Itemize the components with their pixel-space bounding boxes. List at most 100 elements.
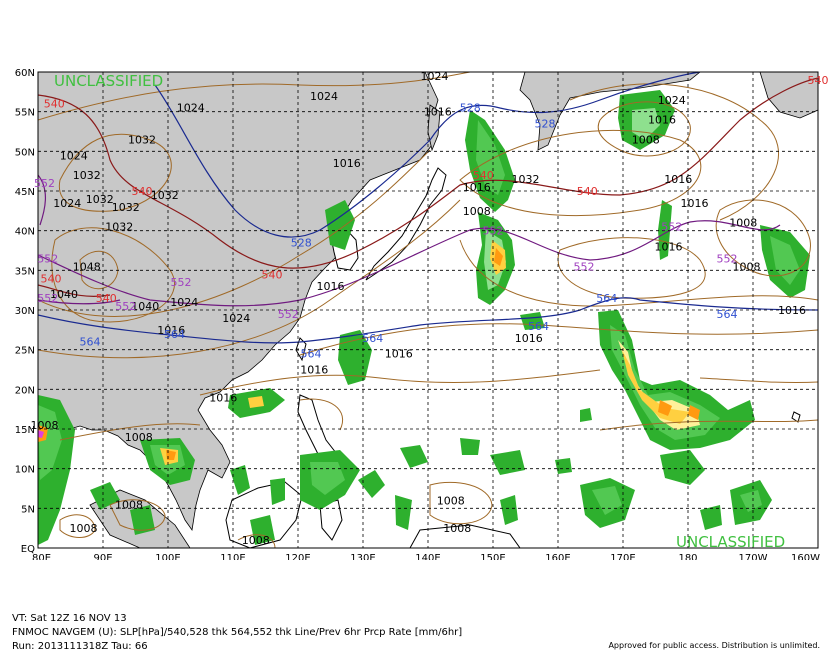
thickness-label: 552: [574, 260, 595, 273]
isobar-label: 1024: [177, 102, 205, 115]
latitude-label: 60N: [15, 68, 35, 79]
longitude-label: 120E: [285, 553, 310, 560]
latitude-label: 15N: [15, 425, 35, 436]
latitude-label: 25N: [15, 346, 35, 357]
latitude-label: 55N: [15, 108, 35, 119]
latitude-label: 5N: [21, 504, 35, 515]
isobar-label: 1016: [648, 114, 676, 127]
thickness-label: 552: [34, 177, 55, 190]
latitude-label: 50N: [15, 147, 35, 158]
product-description: FNMOC NAVGEM (U): SLP[hPa]/540,528 thk 5…: [12, 627, 463, 638]
thickness-label: 552: [37, 292, 58, 305]
isobar-label: 1008: [115, 498, 143, 511]
isobar-label: 1024: [421, 70, 449, 83]
thickness-label: 540: [808, 74, 829, 87]
thickness-label: 564: [596, 292, 617, 305]
longitude-label: 130E: [350, 553, 375, 560]
valid-time: VT: Sat 12Z 16 NOV 13: [12, 613, 127, 624]
thickness-label: 564: [164, 328, 185, 341]
isobar-label: 1016: [655, 241, 683, 254]
isobar-label: 1024: [60, 149, 88, 162]
thickness-label: 540: [41, 272, 62, 285]
isobar-label: 1008: [632, 133, 660, 146]
latitude-label: 45N: [15, 187, 35, 198]
latitude-label: 35N: [15, 266, 35, 277]
thickness-label: 540: [44, 98, 65, 111]
thickness-label: 540: [96, 292, 117, 305]
thickness-label: 564: [717, 308, 738, 321]
isobar-label: 1008: [729, 217, 757, 230]
isobar-label: 1032: [86, 193, 114, 206]
isobar-label: 1016: [209, 391, 237, 404]
isobar-label: 1016: [664, 173, 692, 186]
isobar-label: 1016: [333, 157, 361, 170]
thickness-label: 564: [528, 320, 549, 333]
isobar-label: 1016: [385, 348, 413, 361]
isobar-label: 1008: [443, 522, 471, 535]
thickness-label: 552: [483, 225, 504, 238]
isobar-label: 1024: [222, 312, 250, 325]
isobar-label: 1016: [300, 364, 328, 377]
isobar-label: 1032: [112, 201, 140, 214]
longitude-label: 150E: [480, 553, 505, 560]
thickness-label: 552: [37, 252, 58, 265]
longitude-label: 80E: [32, 553, 51, 560]
thickness-label: 528: [460, 102, 481, 115]
isobar-label: 1032: [512, 173, 540, 186]
thickness-label: 552: [717, 252, 738, 265]
isobar-label: 1016: [463, 181, 491, 194]
latitude-label: 30N: [15, 306, 35, 317]
isobar-label: 1032: [151, 189, 179, 202]
thickness-label: 540: [262, 268, 283, 281]
isobar-label: 1048: [73, 260, 101, 273]
longitude-label: 160W: [791, 553, 820, 560]
latitude-label: 10N: [15, 465, 35, 476]
isobar-label: 1016: [424, 106, 452, 119]
longitude-label: 100E: [155, 553, 180, 560]
isobar-label: 1032: [105, 221, 133, 234]
longitude-label: 140E: [415, 553, 440, 560]
longitude-label: 170E: [610, 553, 635, 560]
latitude-label: 40N: [15, 227, 35, 238]
thickness-label: 552: [278, 308, 299, 321]
thickness-label: 552: [661, 221, 682, 234]
longitude-labels: 80E 90E 100E 110E 120E 130E 140E 150E 160E 170E 18…: [32, 553, 820, 560]
isobar-label: 1024: [658, 94, 686, 107]
thickness-label: 528: [535, 118, 556, 131]
latitude-labels: 60N55N50N45N40N35N30N25N20N15N10N5NEQ: [15, 68, 35, 555]
longitude-label: 160E: [545, 553, 570, 560]
thickness-label: 564: [301, 348, 322, 361]
isobar-label: 1008: [242, 534, 270, 547]
run-info: Run: 2013111318Z Tau: 66: [12, 641, 148, 652]
thickness-label: 540: [577, 185, 598, 198]
longitude-label: 170W: [739, 553, 768, 560]
approval-notice: Approved for public access. Distribution…: [608, 641, 820, 650]
isobar-label: 1032: [128, 133, 156, 146]
isobar-label: 1016: [778, 304, 806, 317]
longitude-label: 180: [678, 553, 697, 560]
classification-top: UNCLASSIFIED: [54, 72, 163, 90]
thickness-label: 528: [291, 237, 312, 250]
weather-map: 10241024102410321024103210321024 10321032…: [15, 68, 829, 560]
isobar-label: 1024: [53, 197, 81, 210]
isobar-label: 1024: [310, 90, 338, 103]
longitude-label: 90E: [93, 553, 112, 560]
thickness-label: 552: [171, 276, 192, 289]
isobar-label: 1032: [73, 169, 101, 182]
isobar-label: 1016: [317, 280, 345, 293]
thickness-label: 552: [115, 300, 136, 313]
isobar-label: 1008: [70, 522, 98, 535]
classification-bottom: UNCLASSIFIED: [676, 533, 785, 551]
isobar-label: 1008: [437, 494, 465, 507]
thickness-label: 564: [362, 332, 383, 345]
isobar-label: 1016: [515, 332, 543, 345]
isobar-label: 1016: [681, 197, 709, 210]
longitude-label: 110E: [220, 553, 245, 560]
thickness-label: 564: [80, 336, 101, 349]
isobar-label: 1024: [170, 296, 198, 309]
isobar-label: 1008: [125, 431, 153, 444]
thickness-label: 540: [473, 169, 494, 182]
latitude-label: 20N: [15, 385, 35, 396]
thickness-label: 540: [132, 185, 153, 198]
isobar-label: 1008: [463, 205, 491, 218]
